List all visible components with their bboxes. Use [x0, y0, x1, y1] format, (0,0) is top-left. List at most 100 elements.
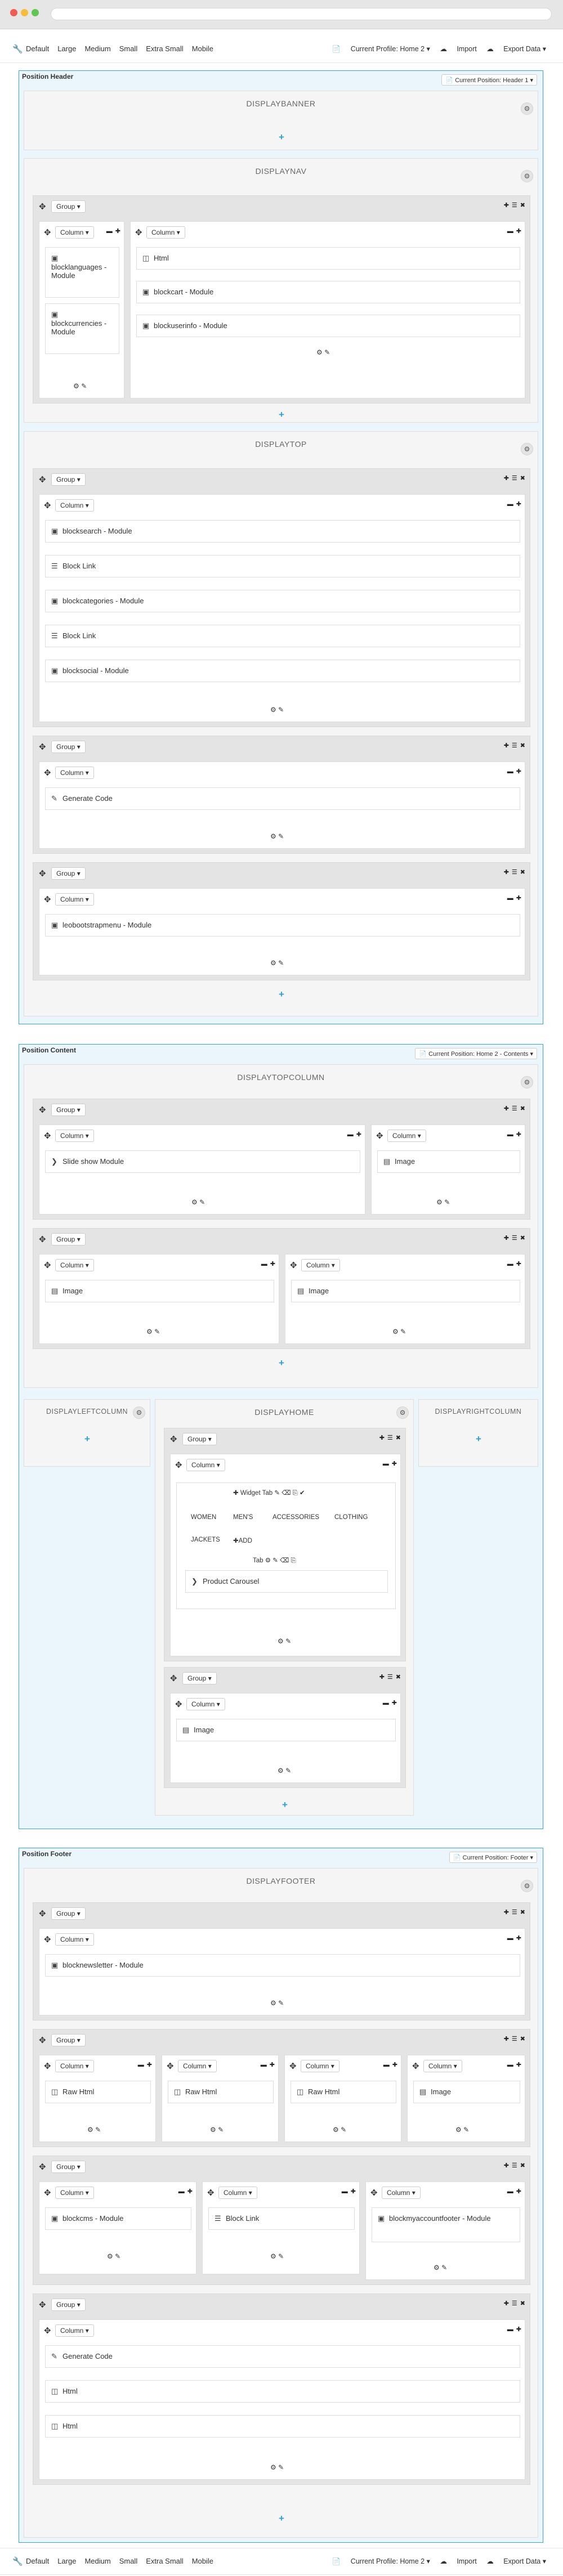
- add-icon[interactable]: ✚: [516, 2326, 521, 2333]
- move-icon[interactable]: ✥: [290, 1260, 297, 1270]
- column-select[interactable]: Column ▾: [55, 2324, 94, 2337]
- group-select[interactable]: Group ▾: [51, 1233, 86, 1246]
- group-select[interactable]: Group ▾: [51, 741, 86, 753]
- group-select[interactable]: Group ▾: [51, 2161, 86, 2173]
- delete-icon[interactable]: ✖: [520, 868, 525, 876]
- column-settings-icons[interactable]: ⚙ ✎: [278, 1637, 291, 1645]
- widget[interactable]: ▣ blocksearch - Module: [45, 520, 520, 543]
- move-icon[interactable]: ✥: [39, 742, 46, 752]
- device-large[interactable]: Large: [57, 2557, 76, 2565]
- delete-icon[interactable]: ✖: [520, 2162, 525, 2169]
- add-icon[interactable]: ✚: [504, 1234, 509, 1242]
- widget[interactable]: ✎ Generate Code: [45, 787, 520, 810]
- column-select[interactable]: Column ▾: [146, 226, 185, 239]
- delete-icon[interactable]: ✖: [520, 742, 525, 749]
- widget[interactable]: ▣ blockcategories - Module: [45, 590, 520, 612]
- move-icon[interactable]: ✥: [39, 2162, 46, 2172]
- width-icon[interactable]: ▬: [507, 228, 513, 235]
- widget-tab-actions[interactable]: ✎ ⌫ ⎘ ✔: [274, 1490, 305, 1497]
- width-icon[interactable]: ▬: [507, 1261, 513, 1267]
- add-icon[interactable]: ✚: [392, 1699, 397, 1706]
- delete-icon[interactable]: ✖: [396, 1434, 401, 1441]
- column-select[interactable]: Column ▾: [55, 2187, 94, 2199]
- column-select[interactable]: Column ▾: [387, 1130, 426, 1142]
- plus-icon[interactable]: +: [253, 132, 310, 143]
- list-icon[interactable]: ☰: [512, 201, 517, 209]
- widget[interactable]: ❯ Product Carousel: [185, 1570, 388, 1593]
- column-settings-icons[interactable]: ⚙ ✎: [107, 2252, 120, 2260]
- device-mobile[interactable]: Mobile: [192, 44, 213, 53]
- column-settings-icons[interactable]: ⚙ ✎: [87, 2126, 101, 2134]
- plus-icon[interactable]: +: [253, 409, 310, 420]
- gear-icon[interactable]: ⚙: [133, 1406, 145, 1419]
- move-icon[interactable]: ✥: [39, 2035, 46, 2045]
- move-icon[interactable]: ✥: [44, 2188, 51, 2198]
- move-icon[interactable]: ✥: [44, 1934, 51, 1945]
- plus-icon[interactable]: +: [253, 1358, 310, 1369]
- device-default[interactable]: Default: [26, 44, 49, 53]
- column-select[interactable]: Column ▾: [186, 1698, 225, 1710]
- add-icon[interactable]: ✚: [516, 2061, 521, 2068]
- move-icon[interactable]: ✥: [44, 1260, 51, 1270]
- widget[interactable]: ◫ Raw Html: [168, 2081, 274, 2103]
- export-button[interactable]: ☁ Export Data ▾: [486, 45, 546, 53]
- column-select[interactable]: Column ▾: [55, 1933, 94, 1946]
- group-select[interactable]: Group ▾: [51, 1907, 86, 1920]
- widget[interactable]: ◫ Html: [136, 247, 520, 270]
- move-icon[interactable]: ✥: [175, 1699, 182, 1709]
- widget[interactable]: ▣blockcurrencies - Module: [45, 303, 119, 354]
- widget[interactable]: ▣blocklanguages - Module: [45, 247, 119, 298]
- width-icon[interactable]: ▬: [507, 1131, 513, 1138]
- list-icon[interactable]: ☰: [512, 1105, 517, 1112]
- column-settings-icons[interactable]: ⚙ ✎: [455, 2126, 469, 2134]
- move-icon[interactable]: ✥: [170, 1434, 177, 1444]
- column-settings-icons[interactable]: ⚙ ✎: [436, 1198, 450, 1206]
- move-icon[interactable]: ✥: [412, 2061, 419, 2071]
- position-header-select[interactable]: 📄 Current Position: Header 1 ▾: [441, 74, 537, 86]
- widget[interactable]: ▣ blockmyaccountfooter - Module: [372, 2207, 520, 2242]
- close-window-icon[interactable]: [10, 9, 17, 16]
- export-button[interactable]: ☁ Export Data ▾: [486, 2557, 546, 2565]
- add-icon[interactable]: ✚: [516, 894, 521, 902]
- width-icon[interactable]: ▬: [106, 228, 113, 235]
- widget[interactable]: ▤ Image: [377, 1150, 520, 1173]
- add-icon[interactable]: ✚: [504, 2162, 509, 2169]
- add-icon[interactable]: ✚: [392, 2061, 397, 2068]
- add-icon[interactable]: ✚: [270, 1260, 275, 1267]
- position-content-select[interactable]: 📄 Current Position: Home 2 - Contents ▾: [415, 1048, 537, 1059]
- column-settings-icons[interactable]: ⚙ ✎: [146, 1328, 160, 1336]
- delete-icon[interactable]: ✖: [520, 201, 525, 209]
- move-icon[interactable]: ✥: [44, 2061, 51, 2071]
- gear-icon[interactable]: ⚙: [521, 1880, 533, 1892]
- column-settings-icons[interactable]: ⚙ ✎: [270, 832, 284, 840]
- device-medium[interactable]: Medium: [84, 44, 110, 53]
- gear-icon[interactable]: ⚙: [521, 102, 533, 115]
- add-icon[interactable]: ✚: [115, 227, 120, 235]
- device-medium[interactable]: Medium: [84, 2557, 110, 2565]
- add-icon[interactable]: ✚: [356, 1131, 361, 1138]
- column-settings-icons[interactable]: ⚙ ✎: [278, 1767, 291, 1775]
- width-icon[interactable]: ▬: [261, 1261, 267, 1267]
- widget[interactable]: ▣ blocknewsletter - Module: [45, 1954, 520, 1977]
- column-settings-icons[interactable]: ⚙ ✎: [270, 2252, 284, 2260]
- width-icon[interactable]: ▬: [507, 895, 513, 902]
- width-icon[interactable]: ▬: [383, 1700, 389, 1706]
- tab-clothing[interactable]: CLOTHING: [334, 1514, 368, 1521]
- minimize-window-icon[interactable]: [21, 9, 28, 16]
- list-icon[interactable]: ☰: [387, 1434, 393, 1441]
- group-select[interactable]: Group ▾: [51, 473, 86, 486]
- tab-jackets[interactable]: JACKETS: [191, 1536, 220, 1543]
- add-icon[interactable]: ✚: [270, 2061, 275, 2068]
- move-icon[interactable]: ✥: [39, 1234, 46, 1244]
- delete-icon[interactable]: ✖: [520, 2300, 525, 2307]
- move-icon[interactable]: ✥: [44, 768, 51, 778]
- widget[interactable]: ☰ Block Link: [45, 625, 520, 647]
- column-settings-icons[interactable]: ⚙ ✎: [333, 2126, 346, 2134]
- widget[interactable]: ▣ blockcms - Module: [45, 2207, 191, 2230]
- delete-icon[interactable]: ✖: [520, 1105, 525, 1112]
- column-select[interactable]: Column ▾: [382, 2187, 421, 2199]
- group-select[interactable]: Group ▾: [51, 200, 86, 213]
- widget[interactable]: ◫ Html: [45, 2380, 520, 2403]
- group-select[interactable]: Group ▾: [51, 2034, 86, 2046]
- widget[interactable]: ▣ leobootstrapmenu - Module: [45, 914, 520, 937]
